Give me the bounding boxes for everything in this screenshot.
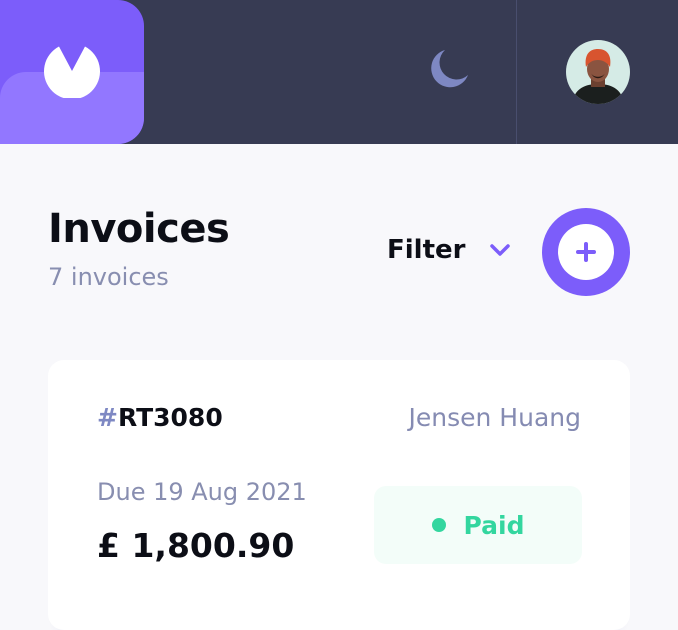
- status-label: Paid: [463, 510, 525, 540]
- status-dot-icon: [431, 518, 446, 532]
- invoice-count: 7 invoices: [48, 263, 169, 291]
- app-header: [0, 0, 678, 144]
- app-logo-icon: [44, 46, 100, 98]
- theme-toggle-button[interactable]: [428, 48, 470, 90]
- invoice-id: #RT3080: [97, 403, 223, 432]
- filter-label: Filter: [387, 235, 466, 265]
- invoice-card[interactable]: #RT3080 Jensen Huang Due 19 Aug 2021 £ 1…: [48, 360, 630, 630]
- user-avatar[interactable]: [566, 40, 630, 104]
- invoice-due-date: Due 19 Aug 2021: [97, 478, 307, 506]
- invoice-amount: £ 1,800.90: [97, 526, 295, 565]
- app-logo[interactable]: [0, 0, 144, 144]
- new-invoice-button[interactable]: [542, 208, 630, 296]
- moon-icon: [431, 50, 468, 88]
- page-title: Invoices: [48, 206, 230, 252]
- header-divider: [516, 0, 517, 144]
- filter-dropdown[interactable]: Filter: [387, 230, 511, 270]
- invoice-client: Jensen Huang: [408, 403, 581, 432]
- invoice-id-hash: #: [97, 403, 118, 432]
- chevron-down-icon: [490, 244, 511, 256]
- plus-icon: [576, 242, 596, 262]
- invoice-id-code: RT3080: [117, 403, 223, 432]
- new-invoice-icon-circle: [558, 224, 614, 280]
- status-badge: Paid: [374, 486, 582, 564]
- avatar-image: [566, 40, 630, 104]
